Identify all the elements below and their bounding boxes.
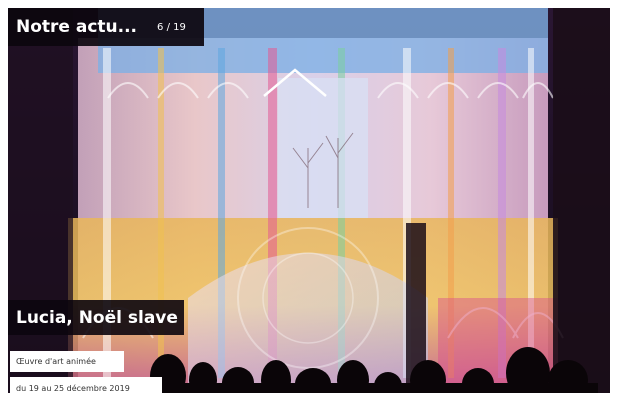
- event-date-badge: du 19 au 25 décembre 2019: [10, 377, 162, 393]
- news-carousel[interactable]: Notre actu... 6 / 19 Lucia, Noël slave Œ…: [8, 8, 610, 393]
- section-title: Notre actu...: [16, 17, 138, 37]
- chevron-up-icon[interactable]: [260, 64, 330, 104]
- event-type-badge: Œuvre d'art animée: [10, 351, 124, 372]
- section-header: Notre actu... 6 / 19: [8, 8, 204, 46]
- slide-title[interactable]: Lucia, Noël slave: [8, 300, 184, 335]
- slide-counter: 6 / 19: [157, 21, 186, 33]
